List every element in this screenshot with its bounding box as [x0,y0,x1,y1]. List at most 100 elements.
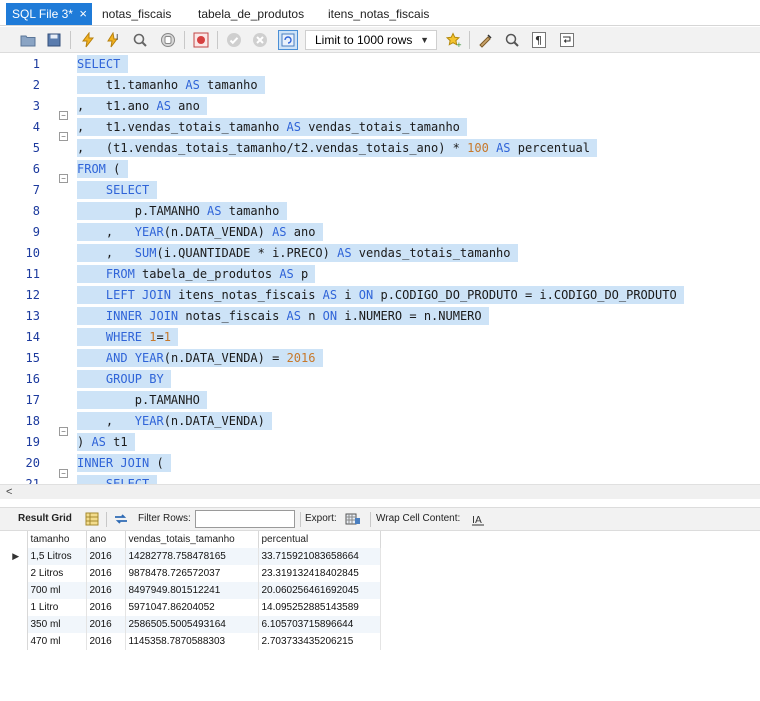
column-header-tamanho[interactable]: tamanho [27,531,87,548]
cell-ano[interactable]: 2016 [86,633,126,650]
fold-toggle-icon[interactable]: − [59,132,68,141]
invisible-chars-icon[interactable]: ¶ [529,30,549,50]
wrap-lines-icon[interactable] [557,30,577,50]
cell-vendas-totais-tamanho[interactable]: 8497949.801512241 [125,582,259,599]
table-row[interactable]: 350 ml 2016 2586505.5005493164 6.1057037… [5,616,381,633]
cell-tamanho[interactable]: 2 Litros [27,565,87,582]
filter-rows-label: Filter Rows: [138,513,191,524]
code-line: p.TAMANHO [77,391,208,409]
cell-percentual[interactable]: 6.105703715896644 [258,616,381,633]
fold-toggle-icon[interactable]: − [59,469,68,478]
cell-percentual[interactable]: 33.715921083658664 [258,548,381,565]
scroll-left-icon[interactable]: < [6,486,12,498]
table-row[interactable]: ▶ 1,5 Litros 2016 14282778.758478165 33.… [5,548,381,565]
table-header-row: tamanho ano vendas_totais_tamanho percen… [5,531,381,548]
line-number: 11 [25,267,40,281]
cell-vendas-totais-tamanho[interactable]: 1145358.7870588303 [125,633,259,650]
column-header-ano[interactable]: ano [86,531,126,548]
editor-horizontal-scrollbar[interactable]: < [0,484,760,499]
code-line: SELECT [77,55,128,73]
column-header-percentual[interactable]: percentual [258,531,381,548]
execute-icon[interactable] [78,30,98,50]
autocommit-toggle-icon[interactable] [278,30,298,50]
code-line: FROM ( [77,160,128,178]
code-line: SELECT [77,475,157,484]
line-number: 13 [25,309,40,323]
close-tab-icon[interactable]: × [79,3,87,25]
line-number: 19 [25,435,40,449]
commit-icon[interactable] [224,30,244,50]
find-icon[interactable] [502,30,522,50]
cell-tamanho[interactable]: 700 ml [27,582,87,599]
cell-tamanho[interactable]: 350 ml [27,616,87,633]
code-line: GROUP BY [77,370,171,388]
cell-ano[interactable]: 2016 [86,616,126,633]
export-icon[interactable] [345,511,361,527]
beautify-icon[interactable] [476,30,496,50]
table-row[interactable]: 700 ml 2016 8497949.801512241 20.0602564… [5,582,381,599]
cell-ano[interactable]: 2016 [86,548,126,565]
line-number: 15 [25,351,40,365]
filter-rows-input[interactable] [195,510,295,528]
table-row[interactable]: 1 Litro 2016 5971047.86204052 14.0952528… [5,599,381,616]
line-number: 10 [25,246,40,260]
line-number: 9 [32,225,40,239]
row-header [5,565,28,582]
line-number: 7 [32,183,40,197]
cell-percentual[interactable]: 2.703733435206215 [258,633,381,650]
column-header-vendas-totais-tamanho[interactable]: vendas_totais_tamanho [125,531,259,548]
table-row[interactable]: 470 ml 2016 1145358.7870588303 2.7037334… [5,633,381,650]
explain-icon[interactable] [130,30,150,50]
line-number: 2 [32,78,40,92]
result-grid[interactable]: tamanho ano vendas_totais_tamanho percen… [0,531,760,701]
grid-view-icon[interactable] [84,511,100,527]
wrap-cell-icon[interactable]: IA [470,511,486,527]
cell-vendas-totais-tamanho[interactable]: 9878478.726572037 [125,565,259,582]
code-line: AND YEAR(n.DATA_VENDA) = 2016 [77,349,323,367]
export-label: Export: [305,513,337,524]
fold-toggle-icon[interactable]: − [59,174,68,183]
result-grid-label[interactable]: Result Grid [18,508,72,530]
save-icon[interactable] [44,30,64,50]
stop-on-error-icon[interactable] [191,30,211,50]
execute-current-icon[interactable]: I [104,30,124,50]
fold-toggle-icon[interactable]: − [59,111,68,120]
cell-ano[interactable]: 2016 [86,565,126,582]
line-number: 3 [32,99,40,113]
cell-ano[interactable]: 2016 [86,599,126,616]
tab-notas-fiscais[interactable]: notas_fiscais [96,3,177,25]
code-line: , t1.ano AS ano [77,97,208,115]
cell-vendas-totais-tamanho[interactable]: 14282778.758478165 [125,548,259,565]
tab-tabela-de-produtos[interactable]: tabela_de_produtos [192,3,310,25]
sql-editor[interactable]: 1 2 3 4 5 6 7 8 9 10 11 12 13 14 15 16 17 18 19 20 21 − − − … [0,53,760,484]
cell-tamanho[interactable]: 1,5 Litros [27,548,87,565]
add-snippet-icon[interactable]: + [444,30,464,50]
code-line: , YEAR(n.DATA_VENDA) AS ano [77,223,323,241]
tab-sql-file-3[interactable]: SQL File 3* × [6,3,92,25]
refresh-icon[interactable] [113,511,129,527]
code-line: t1.tamanho AS tamanho [77,76,265,94]
fold-toggle-icon[interactable]: − [59,427,68,436]
stop-icon[interactable] [158,30,178,50]
cell-tamanho[interactable]: 470 ml [27,633,87,650]
line-number: 12 [25,288,40,302]
open-folder-icon[interactable] [18,30,38,50]
cell-percentual[interactable]: 20.060256461692045 [258,582,381,599]
row-header [5,599,28,616]
cell-percentual[interactable]: 23.319132418402845 [258,565,381,582]
cell-vendas-totais-tamanho[interactable]: 2586505.5005493164 [125,616,259,633]
cell-ano[interactable]: 2016 [86,582,126,599]
code-line: , YEAR(n.DATA_VENDA) [77,412,273,430]
cell-tamanho[interactable]: 1 Litro [27,599,87,616]
tab-itens-notas-fiscais[interactable]: itens_notas_fiscais [322,3,435,25]
row-header-corner [5,531,28,548]
cell-percentual[interactable]: 14.095252885143589 [258,599,381,616]
code-line: ) AS t1 [77,433,135,451]
rollback-icon[interactable] [250,30,270,50]
code-line: , SUM(i.QUANTIDADE * i.PRECO) AS vendas_… [77,244,518,262]
limit-rows-select[interactable]: Limit to 1000 rows ▼ [305,30,437,50]
cell-vendas-totais-tamanho[interactable]: 5971047.86204052 [125,599,259,616]
pane-splitter[interactable] [0,499,760,507]
table-row[interactable]: 2 Litros 2016 9878478.726572037 23.31913… [5,565,381,582]
svg-text:+: + [456,41,462,48]
